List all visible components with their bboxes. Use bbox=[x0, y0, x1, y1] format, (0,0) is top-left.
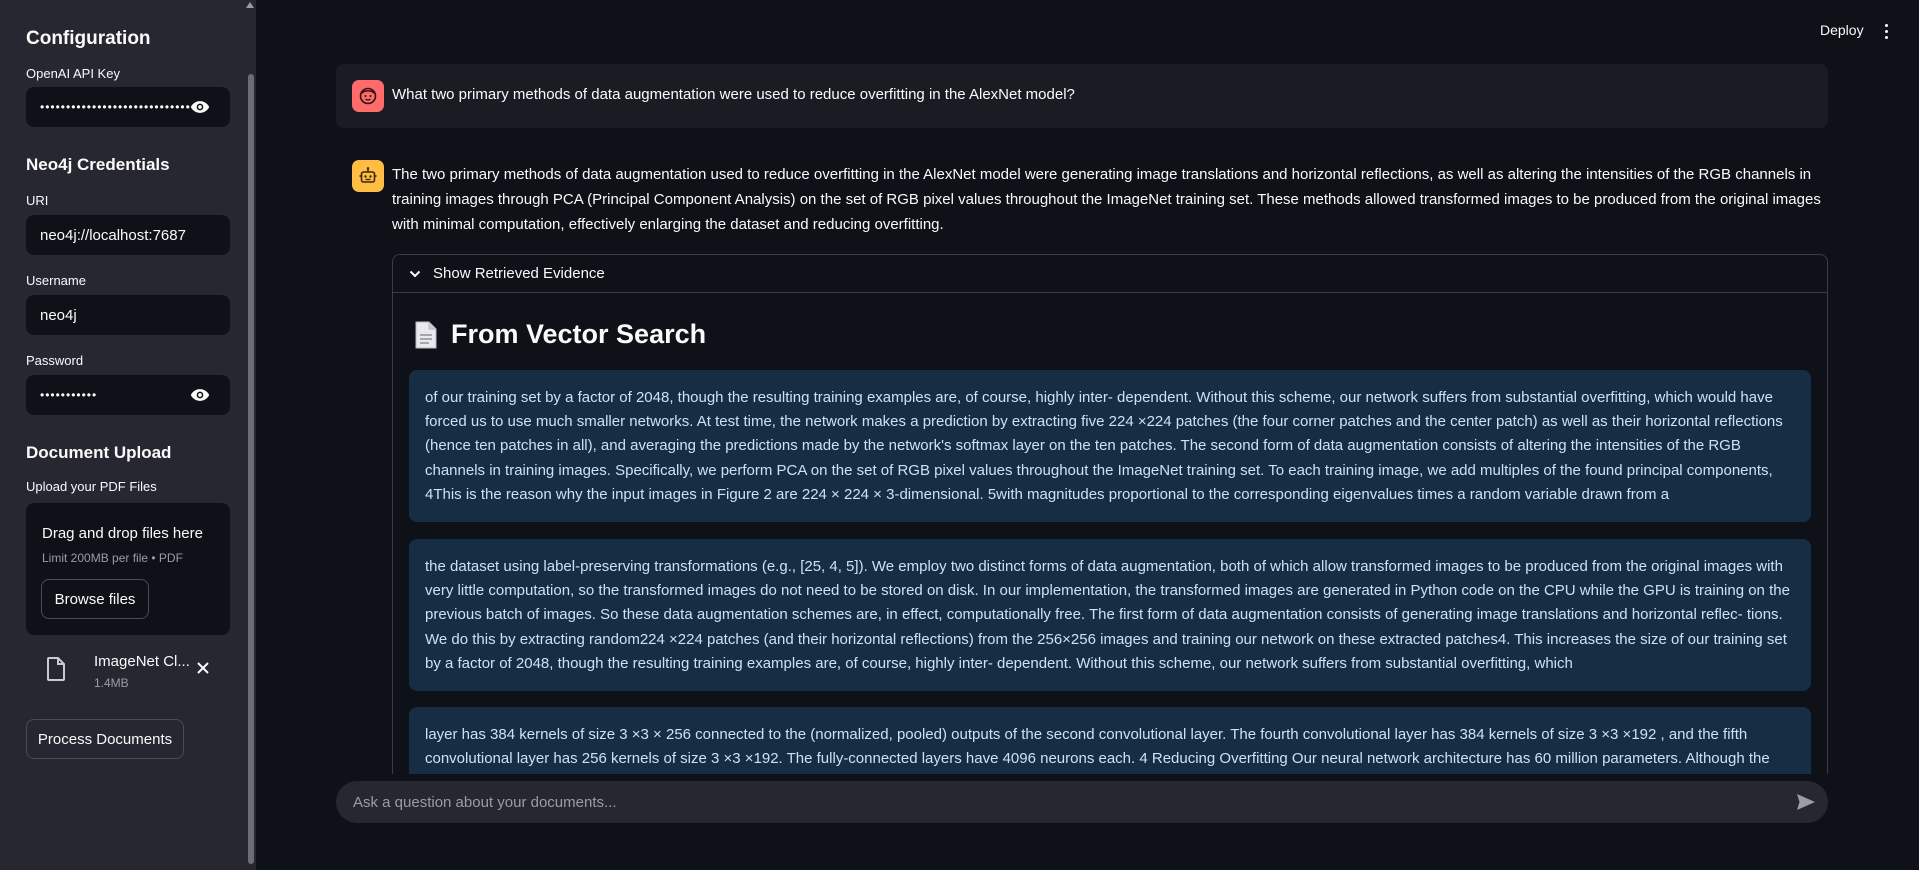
uri-input[interactable]: neo4j://localhost:7687 bbox=[26, 215, 230, 255]
file-name: ImageNet Cl... bbox=[94, 653, 190, 670]
chevron-down-icon bbox=[409, 270, 421, 277]
file-size: 1.4MB bbox=[94, 676, 129, 690]
password-value: ••••••••••• bbox=[40, 388, 98, 402]
uri-label: URI bbox=[26, 193, 49, 208]
uploaded-file: ImageNet Cl... 1.4MB bbox=[26, 645, 230, 695]
robot-icon bbox=[352, 160, 384, 192]
uri-value: neo4j://localhost:7687 bbox=[40, 226, 186, 244]
send-icon[interactable] bbox=[1796, 793, 1816, 811]
eye-icon[interactable] bbox=[190, 100, 210, 114]
evidence-block: of our training set by a factor of 2048,… bbox=[409, 370, 1811, 522]
api-key-value: •••••••••••••••••••••••••••••• bbox=[40, 100, 197, 114]
api-key-label: OpenAI API Key bbox=[26, 66, 120, 81]
chat-input[interactable]: Ask a question about your documents... bbox=[336, 781, 1828, 823]
file-icon bbox=[47, 657, 65, 681]
sidebar-title: Configuration bbox=[26, 28, 151, 49]
chat-input-placeholder: Ask a question about your documents... bbox=[353, 793, 617, 811]
username-input[interactable]: neo4j bbox=[26, 295, 230, 335]
user-message: What two primary methods of data augment… bbox=[336, 64, 1828, 128]
username-value: neo4j bbox=[40, 306, 77, 324]
file-dropzone[interactable]: Drag and drop files here Limit 200MB per… bbox=[26, 503, 230, 635]
password-input[interactable]: ••••••••••• bbox=[26, 375, 230, 415]
smiley-face-icon bbox=[352, 80, 384, 112]
document-icon bbox=[415, 321, 437, 348]
retrieved-evidence-expander: Show Retrieved Evidence From Vector Sear… bbox=[392, 254, 1828, 774]
api-key-input[interactable]: •••••••••••••••••••••••••••••• bbox=[26, 87, 230, 127]
evidence-block: layer has 384 kernels of size 3 ×3 × 256… bbox=[409, 707, 1811, 774]
evidence-block: the dataset using label-preserving trans… bbox=[409, 539, 1811, 691]
process-documents-button[interactable]: Process Documents bbox=[26, 719, 184, 759]
sidebar: Configuration OpenAI API Key •••••••••••… bbox=[0, 0, 256, 870]
kebab-menu-icon[interactable] bbox=[1885, 24, 1889, 42]
expander-label: Show Retrieved Evidence bbox=[433, 265, 605, 282]
sidebar-scrollbar[interactable] bbox=[248, 74, 254, 864]
user-message-text: What two primary methods of data augment… bbox=[392, 86, 1075, 103]
scroll-up-arrow-icon[interactable] bbox=[246, 2, 254, 8]
username-label: Username bbox=[26, 273, 86, 288]
browse-files-button[interactable]: Browse files bbox=[41, 579, 149, 619]
dropzone-limit: Limit 200MB per file • PDF bbox=[42, 551, 183, 565]
password-label: Password bbox=[26, 353, 84, 368]
upload-label: Upload your PDF Files bbox=[26, 479, 157, 494]
section-title-text: From Vector Search bbox=[451, 319, 707, 349]
close-icon[interactable] bbox=[196, 661, 210, 675]
deploy-button[interactable]: Deploy bbox=[1820, 22, 1864, 38]
dropzone-title: Drag and drop files here bbox=[42, 525, 203, 542]
assistant-message-text: The two primary methods of data augmenta… bbox=[392, 166, 1821, 233]
neo4j-heading: Neo4j Credentials bbox=[26, 155, 170, 174]
upload-heading: Document Upload bbox=[26, 443, 172, 462]
eye-icon[interactable] bbox=[190, 388, 210, 402]
section-title: From Vector Search bbox=[415, 319, 706, 350]
expander-header[interactable]: Show Retrieved Evidence bbox=[393, 255, 1827, 293]
